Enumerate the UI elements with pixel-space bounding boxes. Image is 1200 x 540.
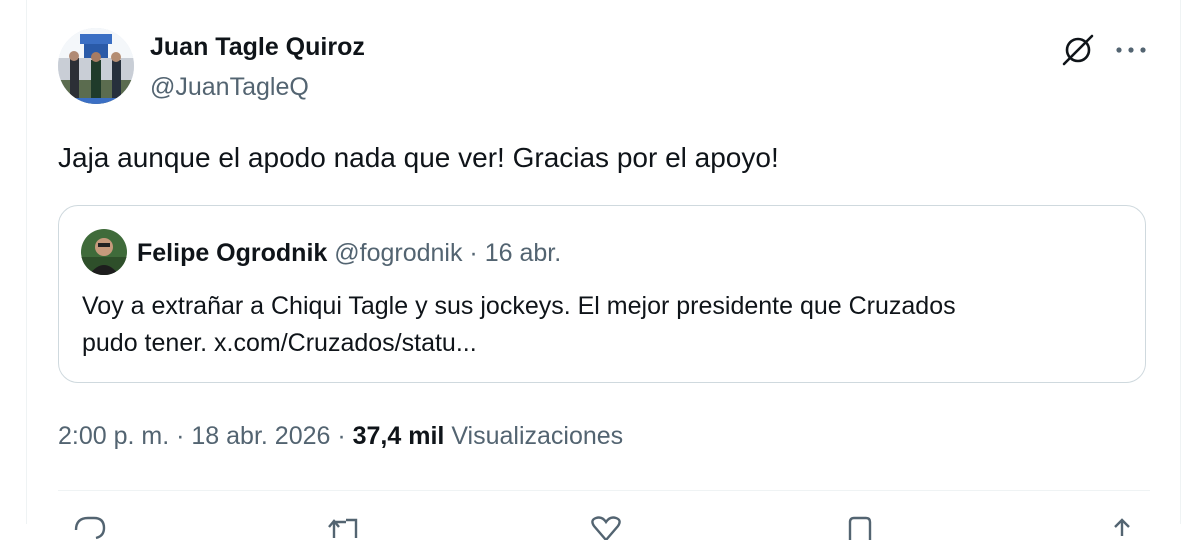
grok-icon[interactable] [1058,30,1098,70]
separator-dot: · [330,422,353,450]
separator-dot: · [462,239,485,267]
tweet-time[interactable]: 2:00 p. m. [58,422,169,450]
separator-dot: · [169,422,192,450]
like-icon[interactable] [586,510,626,540]
quoted-tweet-date: 16 abr. [484,239,562,267]
tweet-text: Jaja aunque el apodo nada que ver! Graci… [58,142,779,173]
quoted-tweet-card[interactable]: Felipe Ogrodnik @fogrodnik · 16 abr. Voy… [58,205,1146,383]
quoted-author-avatar[interactable] [81,229,127,275]
repost-icon[interactable] [326,510,366,540]
author-handle[interactable]: @JuanTagleQ [150,73,309,102]
quoted-tweet-header: Felipe Ogrodnik @fogrodnik · 16 abr. [137,239,561,268]
timeline-border-right [1180,0,1181,524]
bookmark-icon[interactable] [842,510,882,540]
more-options-icon[interactable] [1112,30,1150,70]
tweet-date[interactable]: 18 abr. 2026 [191,422,330,450]
quoted-tweet-text: Voy a extrañar a Chiqui Tagle y sus jock… [82,288,1122,362]
reply-icon[interactable] [70,510,110,540]
quoted-author-name: Felipe Ogrodnik [137,239,328,267]
author-avatar[interactable] [58,28,134,104]
action-bar-divider [58,490,1150,491]
tweet-meta: 2:00 p. m. · 18 abr. 2026 · 37,4 mil Vis… [58,422,623,451]
quoted-tweet-line-2: pudo tener. x.com/Cruzados/statu... [82,329,477,357]
share-icon[interactable] [1102,510,1142,540]
timeline-border-left [26,0,27,524]
views-count: 37,4 mil [352,422,445,450]
views-label: Visualizaciones [451,422,624,450]
quoted-tweet-line-1: Voy a extrañar a Chiqui Tagle y sus jock… [82,292,956,320]
author-display-name[interactable]: Juan Tagle Quiroz [150,33,365,62]
quoted-author-handle: @fogrodnik [334,239,463,267]
